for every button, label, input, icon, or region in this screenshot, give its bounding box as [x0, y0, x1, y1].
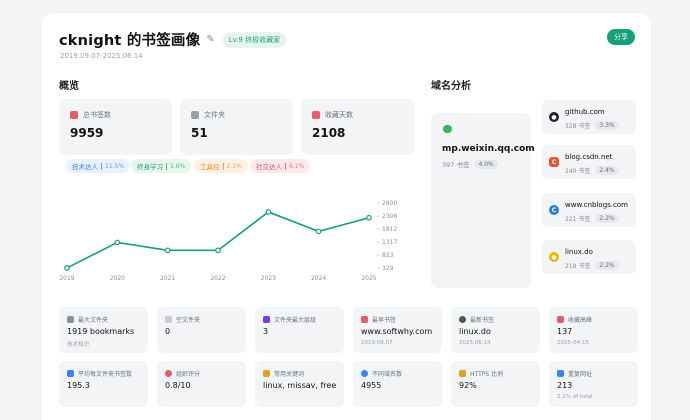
y-tick-label: 1812 — [382, 226, 397, 233]
stat-value: 51 — [191, 126, 208, 140]
stat-value: 9959 — [70, 126, 104, 140]
data-point[interactable] — [265, 209, 272, 215]
overview-title: 概览 — [59, 81, 79, 92]
domain-name: github.com — [565, 108, 605, 116]
metric-empty-folders: 空文件夹 0 — [157, 307, 246, 353]
data-point[interactable] — [114, 239, 121, 246]
stat-total-bookmarks: 总书签数 9959 — [59, 99, 172, 155]
data-point[interactable] — [366, 214, 372, 221]
domain-item-cnblogs[interactable]: C www.cnblogs.com 221 书签 2.2% — [542, 193, 636, 227]
duplicate-icon — [557, 370, 564, 377]
x-tick-label: 2024 — [311, 275, 326, 282]
bookmark-trend-chart: 2800 2306 1812 1317 823 329 2019 2020 2021 2022 20… — [59, 200, 397, 282]
folder-icon — [67, 316, 74, 323]
data-point[interactable] — [215, 247, 221, 254]
metric-earliest: 最早书签 www.softwhy.com 2019.09.07 — [353, 307, 442, 353]
empty-folder-icon — [165, 316, 172, 323]
x-tick-label: 2025 — [361, 275, 376, 282]
refresh-icon — [459, 316, 466, 323]
stat-folders: 文件夹 51 — [180, 99, 293, 155]
x-tick-label: 2019 — [59, 275, 74, 282]
page-title: cknight 的书签画像 — [59, 33, 201, 49]
title-row: cknight 的书签画像 ✎ Lv.9 终极收藏家 — [59, 29, 287, 50]
x-tick-label: 2020 — [110, 275, 125, 282]
data-point[interactable] — [164, 247, 171, 254]
share-button[interactable]: 分享 — [607, 29, 635, 45]
folder-icon — [191, 111, 199, 119]
x-tick-label: 2022 — [210, 275, 225, 282]
tag-learning[interactable]: 终身学习 1.6% — [131, 159, 192, 173]
top-domain-card[interactable]: mp.weixin.qq.com 397 书签 4.0% — [431, 113, 535, 288]
domain-item-linuxdo[interactable]: ● linux.do 218 书签 2.2% — [542, 240, 636, 274]
data-point[interactable] — [315, 228, 322, 235]
stat-label: 总书签数 — [83, 111, 111, 119]
bookmark-icon — [70, 111, 78, 119]
domain-item-csdn[interactable]: C blog.csdn.net 240 书签 2.4% — [542, 145, 636, 179]
metric-duplicates: 重复网址 213 2.1% of total — [549, 361, 638, 407]
github-icon: ● — [549, 112, 559, 122]
target-icon — [165, 370, 172, 377]
stat-days: 收藏天数 2108 — [301, 99, 415, 155]
trend-icon — [557, 316, 564, 323]
domain-analysis-title: 域名分析 — [431, 81, 471, 92]
bar-chart-icon — [67, 370, 74, 377]
stat-label: 文件夹 — [204, 111, 225, 119]
tag-tools[interactable]: 工具控 2.1% — [194, 159, 248, 173]
domain-name: linux.do — [565, 248, 593, 256]
level-badge: Lv.9 终极收藏家 — [222, 31, 287, 48]
wechat-icon — [443, 125, 452, 133]
metric-latest: 最新书签 linux.do 2025.06.14 — [451, 307, 540, 353]
y-tick-label: 1317 — [382, 239, 397, 246]
globe-icon — [361, 370, 368, 377]
calendar-icon — [361, 316, 368, 323]
lock-icon — [459, 370, 466, 377]
y-tick-label: 2306 — [382, 213, 397, 220]
domain-pct: 4.0% — [474, 159, 498, 169]
series-line — [66, 211, 370, 269]
metric-avg-per-folder: 平均每文件夹书签数 195.3 — [59, 361, 148, 407]
tag-tech[interactable]: 技术达人 11.5% — [66, 159, 131, 173]
stat-value: 2108 — [312, 126, 346, 140]
tag-social[interactable]: 社交达人 6.1% — [250, 159, 311, 173]
metric-https-ratio: HTTPS 比例 92% — [451, 361, 540, 407]
date-range: 2019.09.07-2025.06.14 — [60, 52, 143, 60]
metric-peak: 收藏高峰 137 2025-04-15 — [549, 307, 638, 353]
domain-name: blog.csdn.net — [565, 153, 613, 161]
metric-keywords: 常用关键词 linux, missav, free — [255, 361, 344, 407]
y-tick-label: 823 — [382, 252, 394, 259]
domain-count: 397 书签 — [442, 161, 470, 169]
y-tick-label: 2800 — [382, 200, 397, 207]
domain-name: mp.weixin.qq.com — [442, 144, 535, 154]
metric-max-depth: 文件夹最大层级 3 — [255, 307, 344, 353]
metric-unique-domains: 不同域名数 4955 — [353, 361, 442, 407]
chart-icon — [263, 316, 270, 323]
domain-name: www.cnblogs.com — [565, 201, 628, 209]
calendar-icon — [312, 111, 320, 119]
x-tick-label: 2023 — [261, 275, 276, 282]
profile-card: cknight 的书签画像 ✎ Lv.9 终极收藏家 2019.09.07-20… — [41, 13, 651, 420]
x-tick-label: 2021 — [160, 275, 175, 282]
csdn-icon: C — [549, 157, 559, 167]
metric-largest-folder: 最大文件夹 1919 bookmarks 技术知识 — [59, 307, 148, 353]
cnblogs-icon: C — [549, 205, 559, 215]
pencil-icon[interactable]: ✎ — [206, 34, 214, 45]
domain-item-github[interactable]: ● github.com 328 书签 3.3% — [542, 100, 636, 134]
metric-org-score: 组织评分 0.8/10 — [157, 361, 246, 407]
key-icon — [263, 370, 270, 377]
linuxdo-icon: ● — [549, 252, 559, 262]
data-point[interactable] — [64, 265, 70, 271]
y-tick-label: 329 — [382, 265, 394, 272]
stat-label: 收藏天数 — [325, 111, 353, 119]
